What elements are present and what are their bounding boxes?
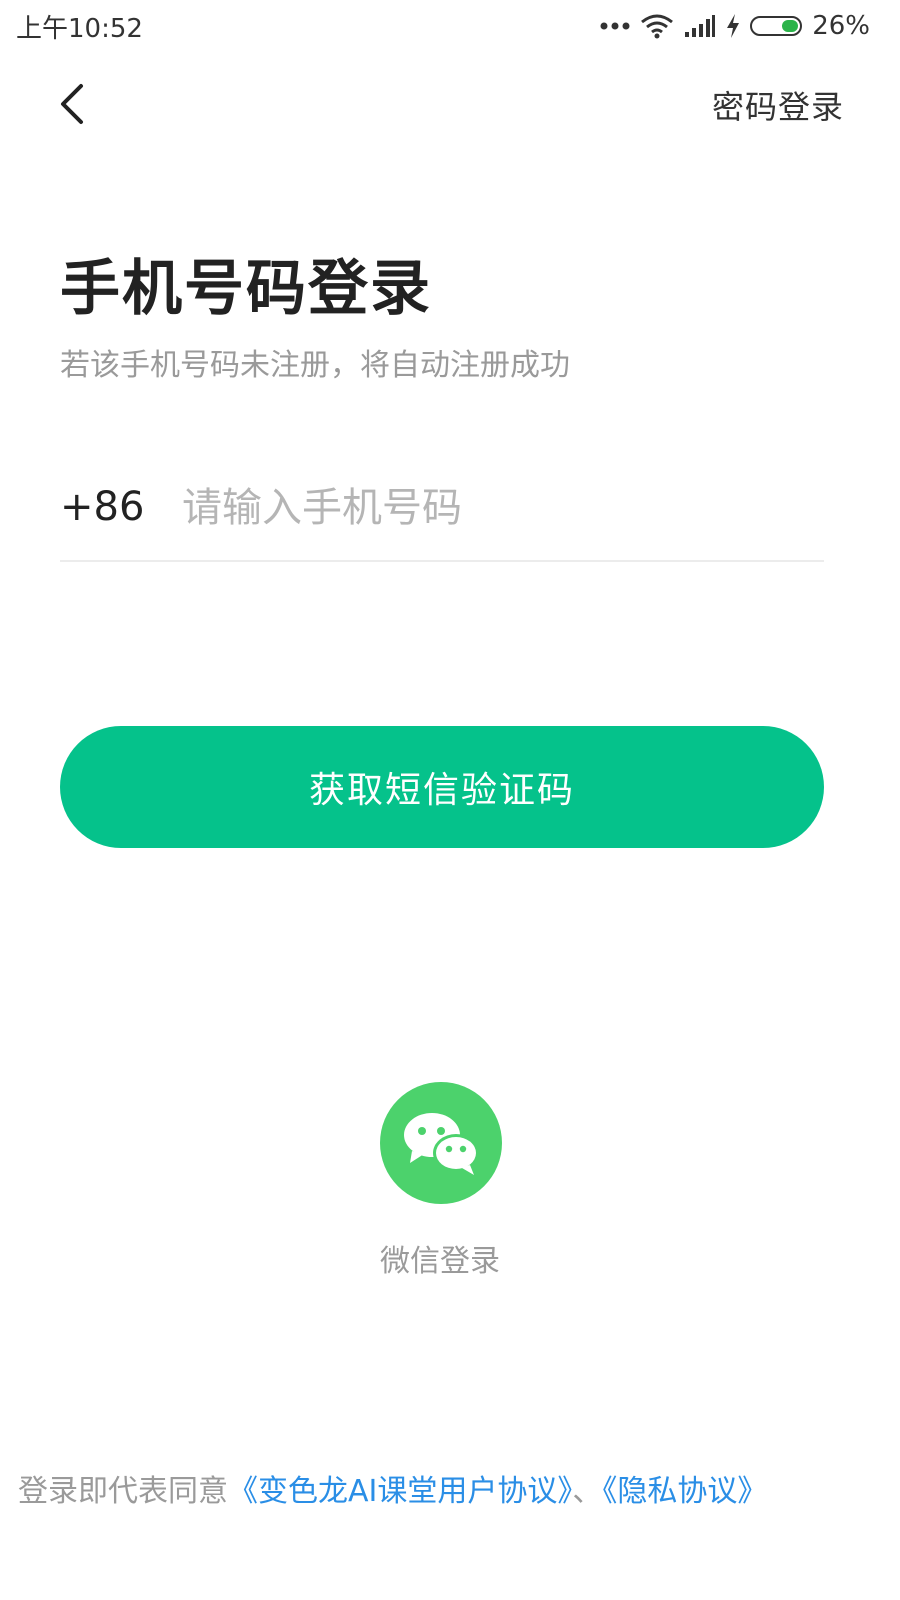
back-button[interactable]	[44, 76, 100, 132]
phone-input-row: +86	[60, 470, 824, 562]
wechat-icon	[404, 1113, 479, 1175]
agreement-text: 登录即代表同意《变色龙AI课堂用户协议》、《隐私协议》	[18, 1466, 888, 1510]
wechat-login-label: 微信登录	[380, 1244, 500, 1279]
agreement-prefix: 登录即代表同意	[18, 1474, 228, 1509]
chevron-left-icon	[61, 84, 83, 124]
country-code[interactable]: +86	[60, 484, 144, 530]
user-agreement-link[interactable]: 《变色龙AI课堂用户协议》	[228, 1474, 572, 1509]
agreement-separator: 、	[572, 1474, 603, 1509]
more-dots-icon	[600, 22, 630, 30]
battery-percent: 26%	[812, 11, 870, 41]
battery-level-fill	[782, 20, 799, 32]
signal-icon	[685, 15, 716, 37]
wechat-login-button[interactable]	[380, 1082, 502, 1204]
privacy-policy-link[interactable]: 《隐私协议》	[602, 1474, 767, 1509]
password-login-link[interactable]: 密码登录	[712, 82, 844, 128]
wifi-icon	[641, 14, 674, 39]
battery-icon	[750, 16, 803, 36]
phone-input[interactable]	[182, 478, 802, 538]
page-title: 手机号码登录	[60, 254, 432, 324]
status-icons: 26%	[600, 6, 870, 46]
charging-bolt-icon	[727, 14, 740, 38]
status-time: 上午10:52	[16, 14, 143, 44]
get-sms-code-button[interactable]: 获取短信验证码	[60, 726, 824, 848]
status-bar: 上午10:52 26%	[0, 0, 900, 52]
page-subtitle: 若该手机号码未注册，将自动注册成功	[60, 348, 570, 383]
login-screen: 上午10:52 26% 密码登录 手机号码登录 若该手机号码未注册，将自动注册成…	[0, 0, 900, 1600]
